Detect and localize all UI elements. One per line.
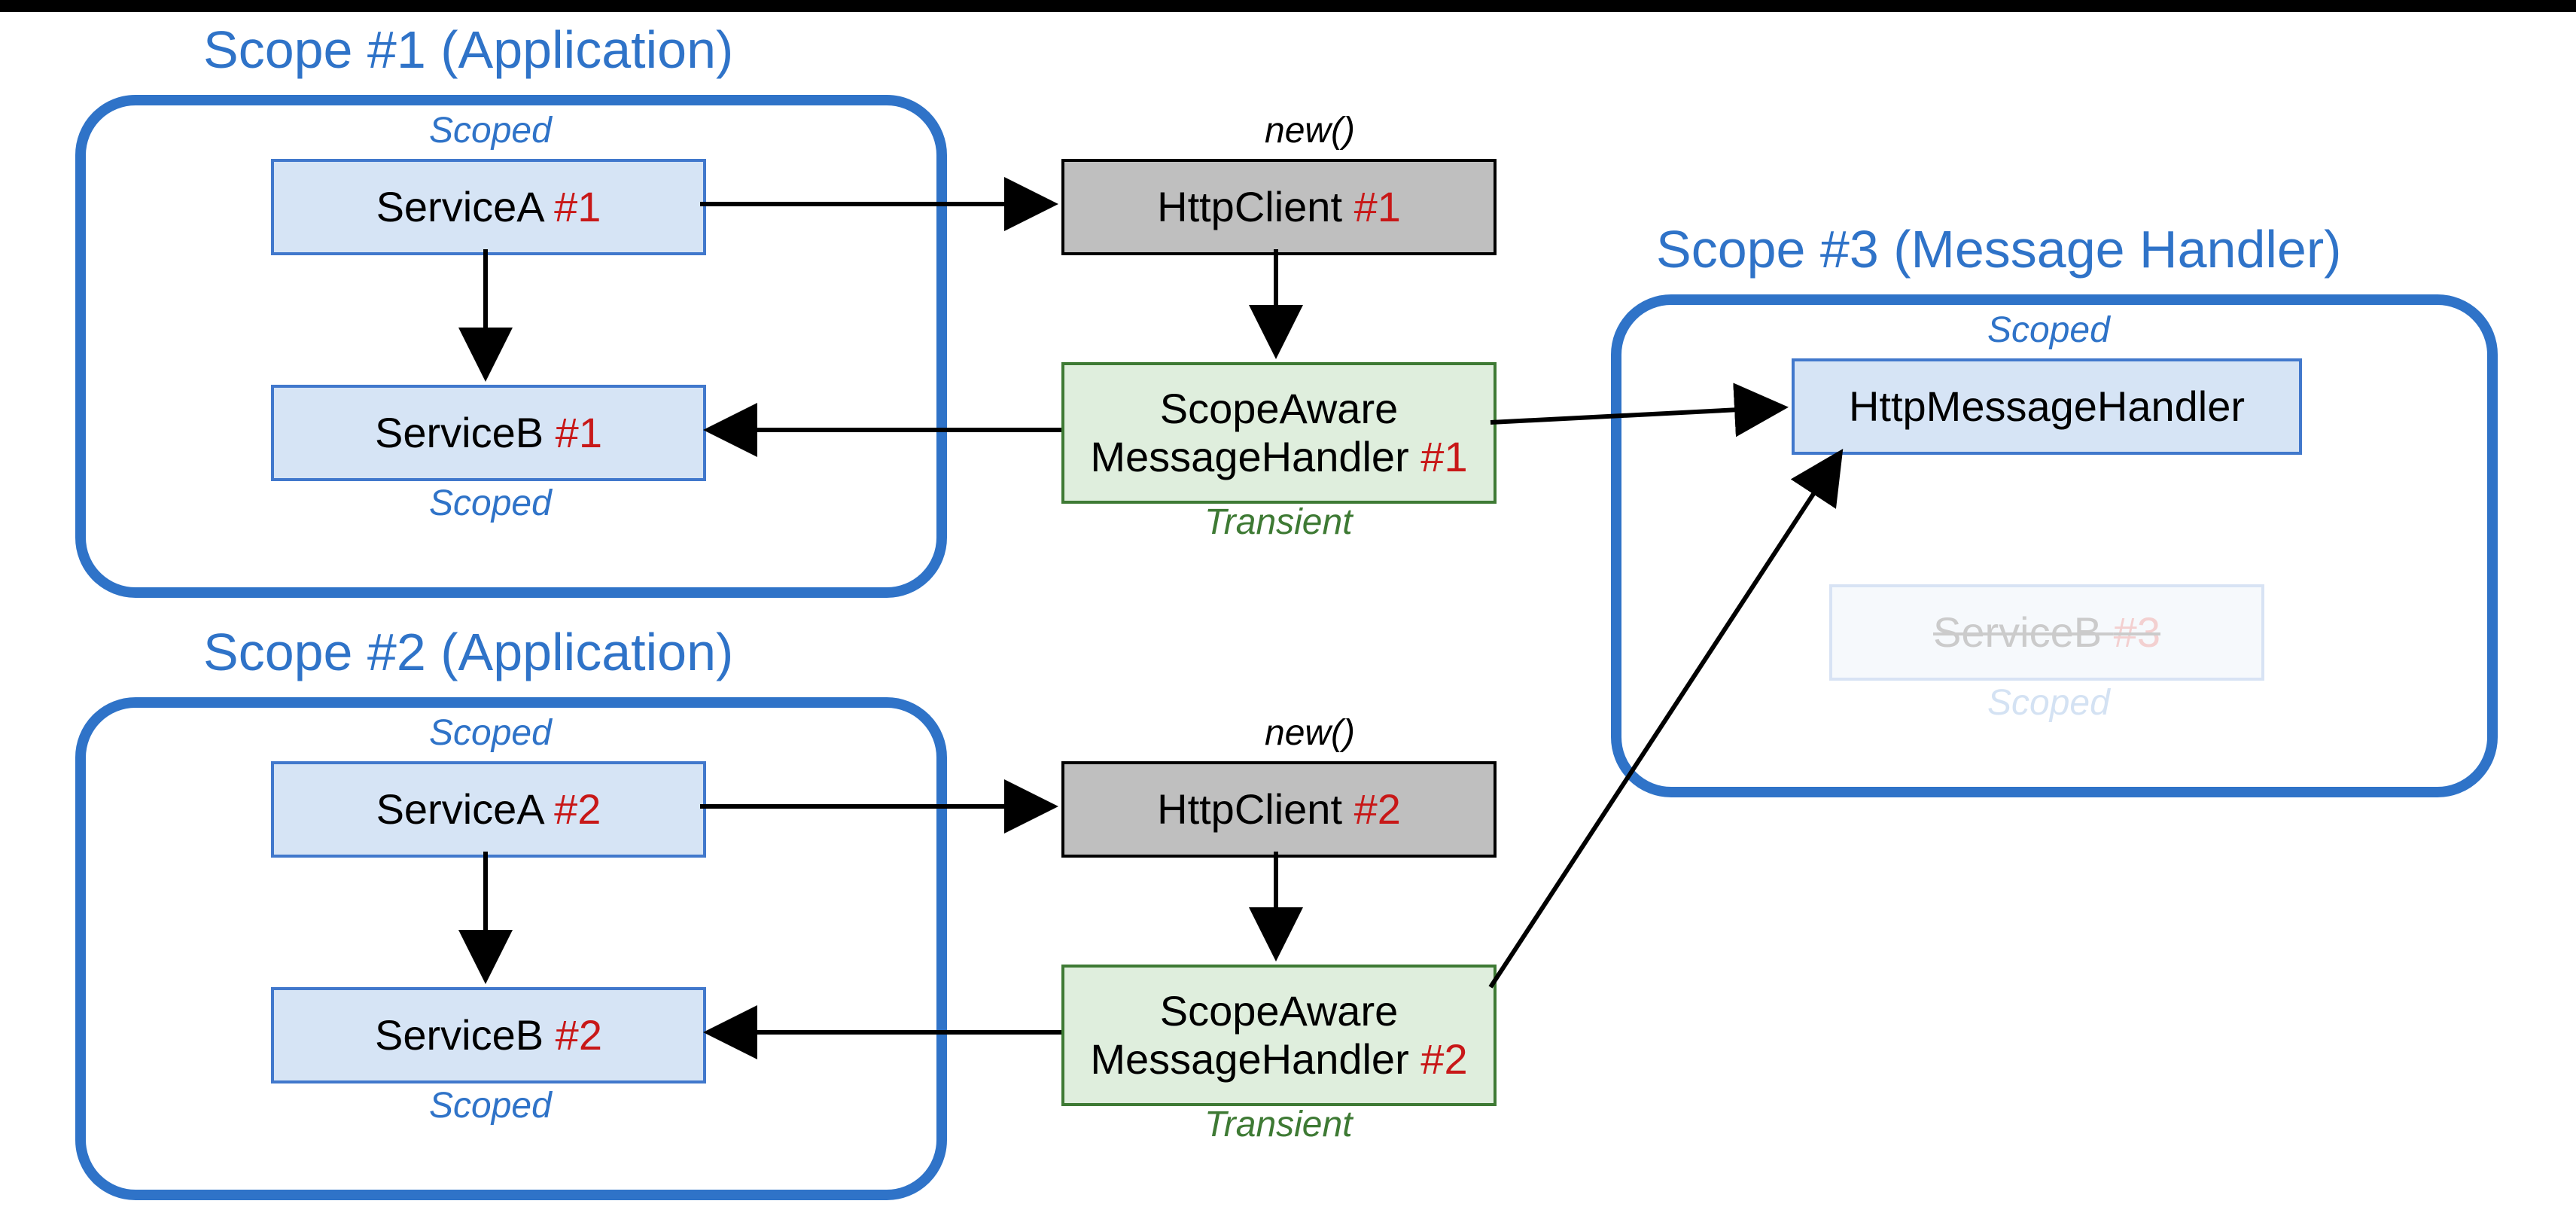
httpmsghandler-lifetime: Scoped — [1987, 309, 2110, 351]
scope2-serviceB-lifetime: Scoped — [429, 1085, 552, 1126]
handler1-line1: ScopeAware — [1160, 385, 1399, 433]
serviceB3-name: ServiceB — [1933, 608, 2114, 656]
box-httpclient1: HttpClient #1 — [1061, 159, 1497, 255]
handler1-line2a: MessageHandler — [1090, 433, 1420, 480]
scope2-title: Scope #2 (Application) — [203, 622, 733, 682]
scope2-serviceA-lifetime: Scoped — [429, 712, 552, 754]
scope1-serviceB-lifetime: Scoped — [429, 483, 552, 524]
scope3-title: Scope #3 (Message Handler) — [1656, 219, 2341, 279]
scope1-serviceA-lifetime: Scoped — [429, 110, 552, 151]
serviceB3-num: #3 — [2114, 608, 2160, 656]
handler2-lifetime: Transient — [1204, 1104, 1353, 1145]
handler2-line2b: #2 — [1420, 1035, 1467, 1083]
httpmsghandler-name: HttpMessageHandler — [1849, 382, 2245, 431]
handler2-line1: ScopeAware — [1160, 987, 1399, 1035]
serviceA2-num: #2 — [554, 785, 601, 833]
httpclient1-num: #1 — [1354, 183, 1401, 230]
box-serviceB1: ServiceB #1 — [271, 385, 706, 481]
httpclient2-lifetime: new() — [1265, 712, 1355, 754]
box-handler2: ScopeAware MessageHandler #2 — [1061, 965, 1497, 1106]
handler1-line2b: #1 — [1420, 433, 1467, 480]
serviceB3-lifetime: Scoped — [1987, 682, 2110, 724]
diagram-canvas: Scope #1 (Application) Scoped ServiceA #… — [0, 0, 2576, 1213]
httpclient2-num: #2 — [1354, 785, 1401, 833]
serviceB2-num: #2 — [556, 1011, 602, 1059]
serviceA1-name: ServiceA — [376, 183, 555, 230]
box-handler1: ScopeAware MessageHandler #1 — [1061, 362, 1497, 504]
box-serviceB2: ServiceB #2 — [271, 987, 706, 1083]
box-httpclient2: HttpClient #2 — [1061, 761, 1497, 858]
box-serviceA1: ServiceA #1 — [271, 159, 706, 255]
box-httpmsghandler: HttpMessageHandler — [1792, 358, 2302, 455]
httpclient1-name: HttpClient — [1157, 183, 1353, 230]
scope1-title: Scope #1 (Application) — [203, 20, 733, 80]
serviceB1-num: #1 — [556, 409, 602, 456]
box-serviceB3: ServiceB #3 — [1829, 584, 2264, 681]
handler2-line2a: MessageHandler — [1090, 1035, 1420, 1083]
serviceA2-name: ServiceA — [376, 785, 555, 833]
serviceA1-num: #1 — [554, 183, 601, 230]
box-serviceA2: ServiceA #2 — [271, 761, 706, 858]
httpclient2-name: HttpClient — [1157, 785, 1353, 833]
httpclient1-lifetime: new() — [1265, 110, 1355, 151]
handler1-lifetime: Transient — [1204, 501, 1353, 543]
serviceB2-name: ServiceB — [375, 1011, 556, 1059]
serviceB1-name: ServiceB — [375, 409, 556, 456]
